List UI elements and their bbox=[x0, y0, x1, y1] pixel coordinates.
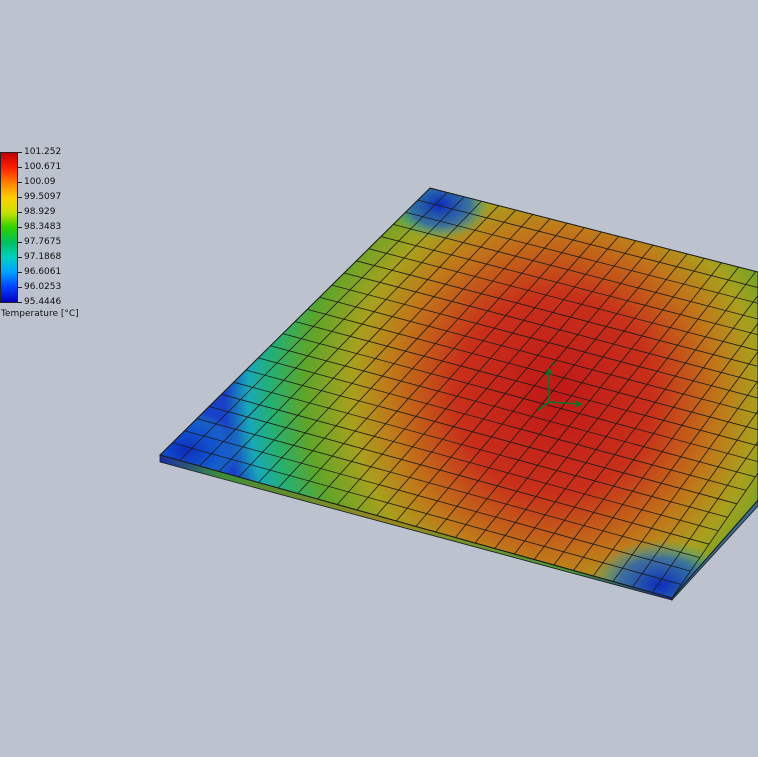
legend-label: 99.5097 bbox=[24, 192, 62, 202]
legend-tick bbox=[18, 167, 22, 168]
legend-tick bbox=[18, 257, 22, 258]
legend-label: 95.4446 bbox=[24, 297, 62, 307]
legend-label: 96.0253 bbox=[24, 282, 62, 292]
temperature-legend: 101.252 100.671 100.09 99.5097 98.929 98.3483… bbox=[0, 147, 110, 328]
legend-label: 97.1868 bbox=[24, 252, 62, 262]
legend-label: 100.09 bbox=[24, 177, 56, 187]
legend-tick bbox=[18, 197, 22, 198]
legend-tick bbox=[18, 212, 22, 213]
legend-label: 96.6061 bbox=[24, 267, 62, 277]
plate-top-surface bbox=[160, 188, 758, 598]
model-viewport[interactable]: Y bbox=[0, 0, 758, 757]
legend-tick bbox=[18, 302, 22, 303]
legend-tick bbox=[18, 242, 22, 243]
legend-title: Temperature [°C] bbox=[1, 309, 79, 319]
legend-tick bbox=[18, 272, 22, 273]
legend-tick bbox=[18, 287, 22, 288]
legend-color-bar bbox=[0, 152, 18, 303]
legend-label: 97.7675 bbox=[24, 237, 62, 247]
legend-label: 98.3483 bbox=[24, 222, 62, 232]
legend-label: 100.671 bbox=[24, 162, 62, 172]
legend-tick bbox=[18, 152, 22, 153]
legend-label: 101.252 bbox=[24, 147, 62, 157]
legend-tick bbox=[18, 227, 22, 228]
legend-tick bbox=[18, 182, 22, 183]
triad-y-label: Y bbox=[550, 361, 556, 370]
legend-label: 98.929 bbox=[24, 207, 56, 217]
